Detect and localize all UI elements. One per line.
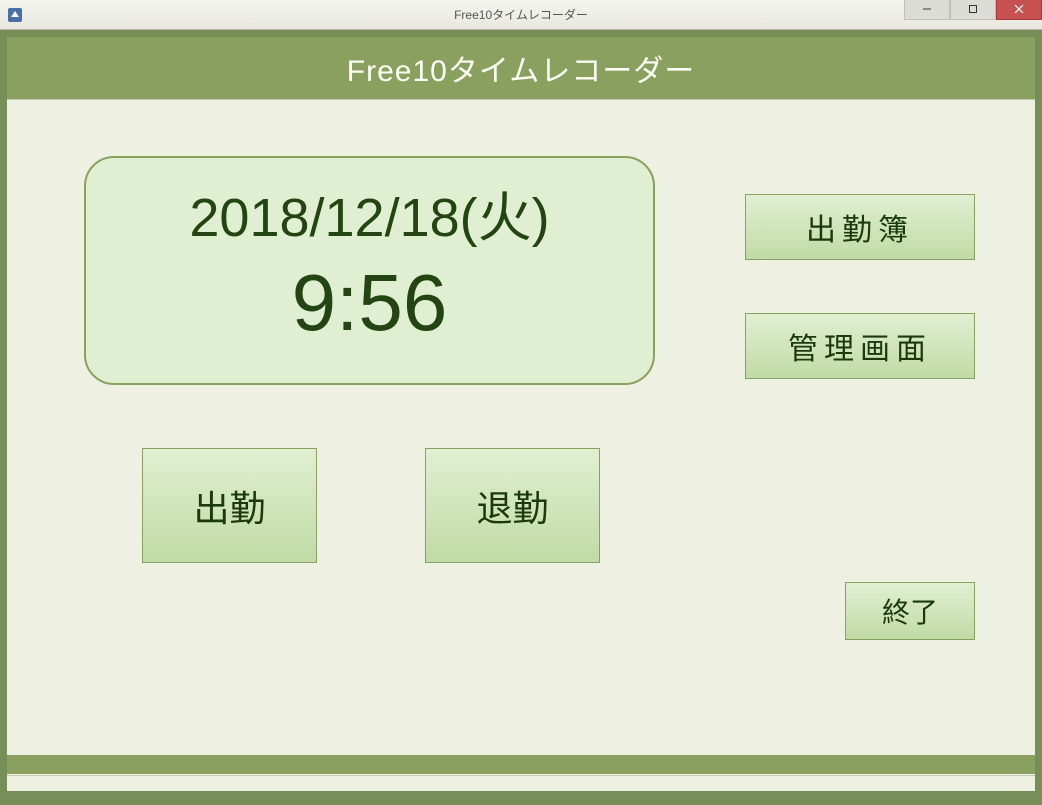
clock-date: 2018/12/18(火): [189, 186, 549, 251]
status-bar: [7, 775, 1035, 791]
app-title: Free10タイムレコーダー: [347, 46, 695, 90]
minimize-icon: [922, 4, 932, 14]
titlebar: Free10タイムレコーダー: [0, 0, 1042, 30]
exit-button[interactable]: 終了: [845, 582, 975, 640]
window-title: Free10タイムレコーダー: [454, 6, 588, 23]
window-body: Free10タイムレコーダー 2018/12/18(火) 9:56 出勤 退勤 …: [0, 30, 1042, 805]
admin-screen-button[interactable]: 管理画面: [745, 313, 975, 379]
app-icon: [7, 7, 23, 23]
maximize-button[interactable]: [950, 0, 996, 20]
attendance-book-button[interactable]: 出勤簿: [745, 194, 975, 260]
clock-in-button[interactable]: 出勤: [142, 448, 317, 563]
clock-panel: 2018/12/18(火) 9:56: [84, 156, 655, 385]
clock-time: 9:56: [292, 251, 448, 355]
content-area: 2018/12/18(火) 9:56 出勤 退勤 出勤簿 管理画面 終了: [7, 99, 1035, 791]
footer-band: [7, 755, 1035, 774]
app-header: Free10タイムレコーダー: [7, 37, 1035, 99]
maximize-icon: [968, 4, 978, 14]
clock-out-button[interactable]: 退勤: [425, 448, 600, 563]
window-controls: [904, 0, 1042, 20]
minimize-button[interactable]: [904, 0, 950, 20]
close-icon: [1014, 4, 1024, 14]
close-button[interactable]: [996, 0, 1042, 20]
